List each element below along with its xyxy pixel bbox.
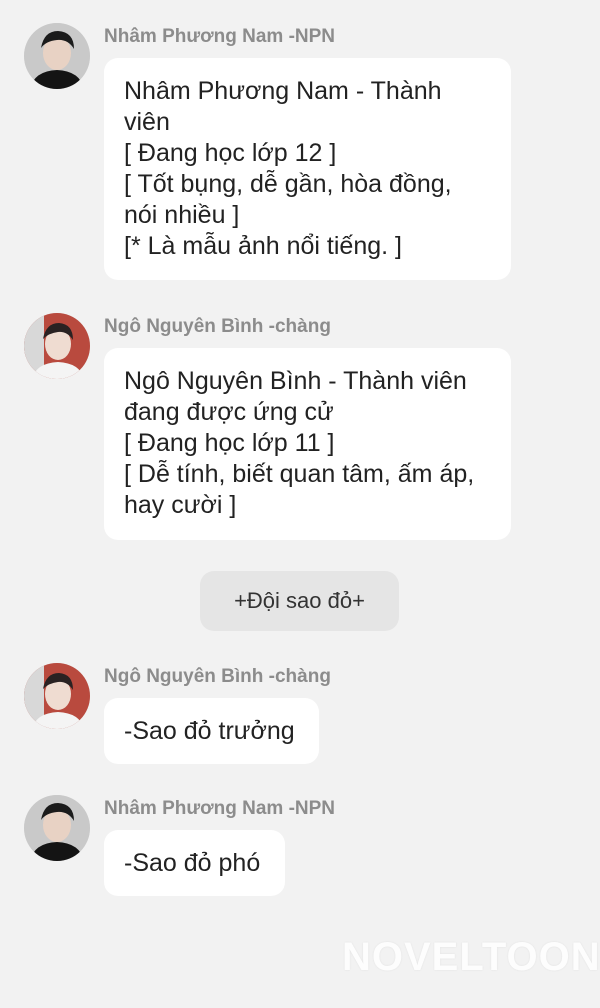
avatar[interactable] xyxy=(24,795,90,861)
avatar[interactable] xyxy=(24,23,90,89)
system-message: +Đội sao đỏ+ xyxy=(200,571,399,631)
message-line: hay cười ] xyxy=(124,491,237,519)
message-line: [* Là mẫu ảnh nổi tiếng. ] xyxy=(124,232,402,260)
message-line: nói nhiều ] xyxy=(124,201,240,229)
sender-name: Ngô Nguyên Bình -chàng xyxy=(104,666,331,687)
message-line: viên xyxy=(124,108,170,136)
message-line: Nhâm Phương Nam - Thành xyxy=(124,77,442,105)
message-line: [ Đang học lớp 12 ] xyxy=(124,139,337,167)
sender-name: Nhâm Phương Nam -NPN xyxy=(104,798,336,819)
message-line: -Sao đỏ phó xyxy=(124,849,261,877)
message-line: -Sao đỏ trưởng xyxy=(124,717,295,745)
message-line: Ngô Nguyên Bình - Thành viên xyxy=(124,367,467,395)
sender-name: Nhâm Phương Nam -NPN xyxy=(104,26,336,47)
message-line: [ Tốt bụng, dễ gần, hòa đồng, xyxy=(124,170,452,198)
avatar-photo xyxy=(24,313,90,379)
message-line: [ Dễ tính, biết quan tâm, ấm áp, xyxy=(124,460,475,488)
message-bubble[interactable]: -Sao đỏ trưởng xyxy=(104,698,319,764)
message-bubble[interactable]: Ngô Nguyên Bình - Thành viên đang được ứ… xyxy=(104,348,511,540)
message-bubble[interactable]: Nhâm Phương Nam - Thành viên [ Đang học … xyxy=(104,58,511,280)
watermark-logo: NOVELTOON xyxy=(342,935,600,979)
message-bubble[interactable]: -Sao đỏ phó xyxy=(104,830,285,896)
avatar[interactable] xyxy=(24,313,90,379)
avatar-photo xyxy=(24,663,90,729)
avatar-photo xyxy=(24,23,90,89)
avatar-photo xyxy=(24,795,90,861)
sender-name: Ngô Nguyên Bình -chàng xyxy=(104,316,331,337)
message-line: [ Đang học lớp 11 ] xyxy=(124,429,335,457)
avatar[interactable] xyxy=(24,663,90,729)
message-line: đang được ứng cử xyxy=(124,398,334,426)
